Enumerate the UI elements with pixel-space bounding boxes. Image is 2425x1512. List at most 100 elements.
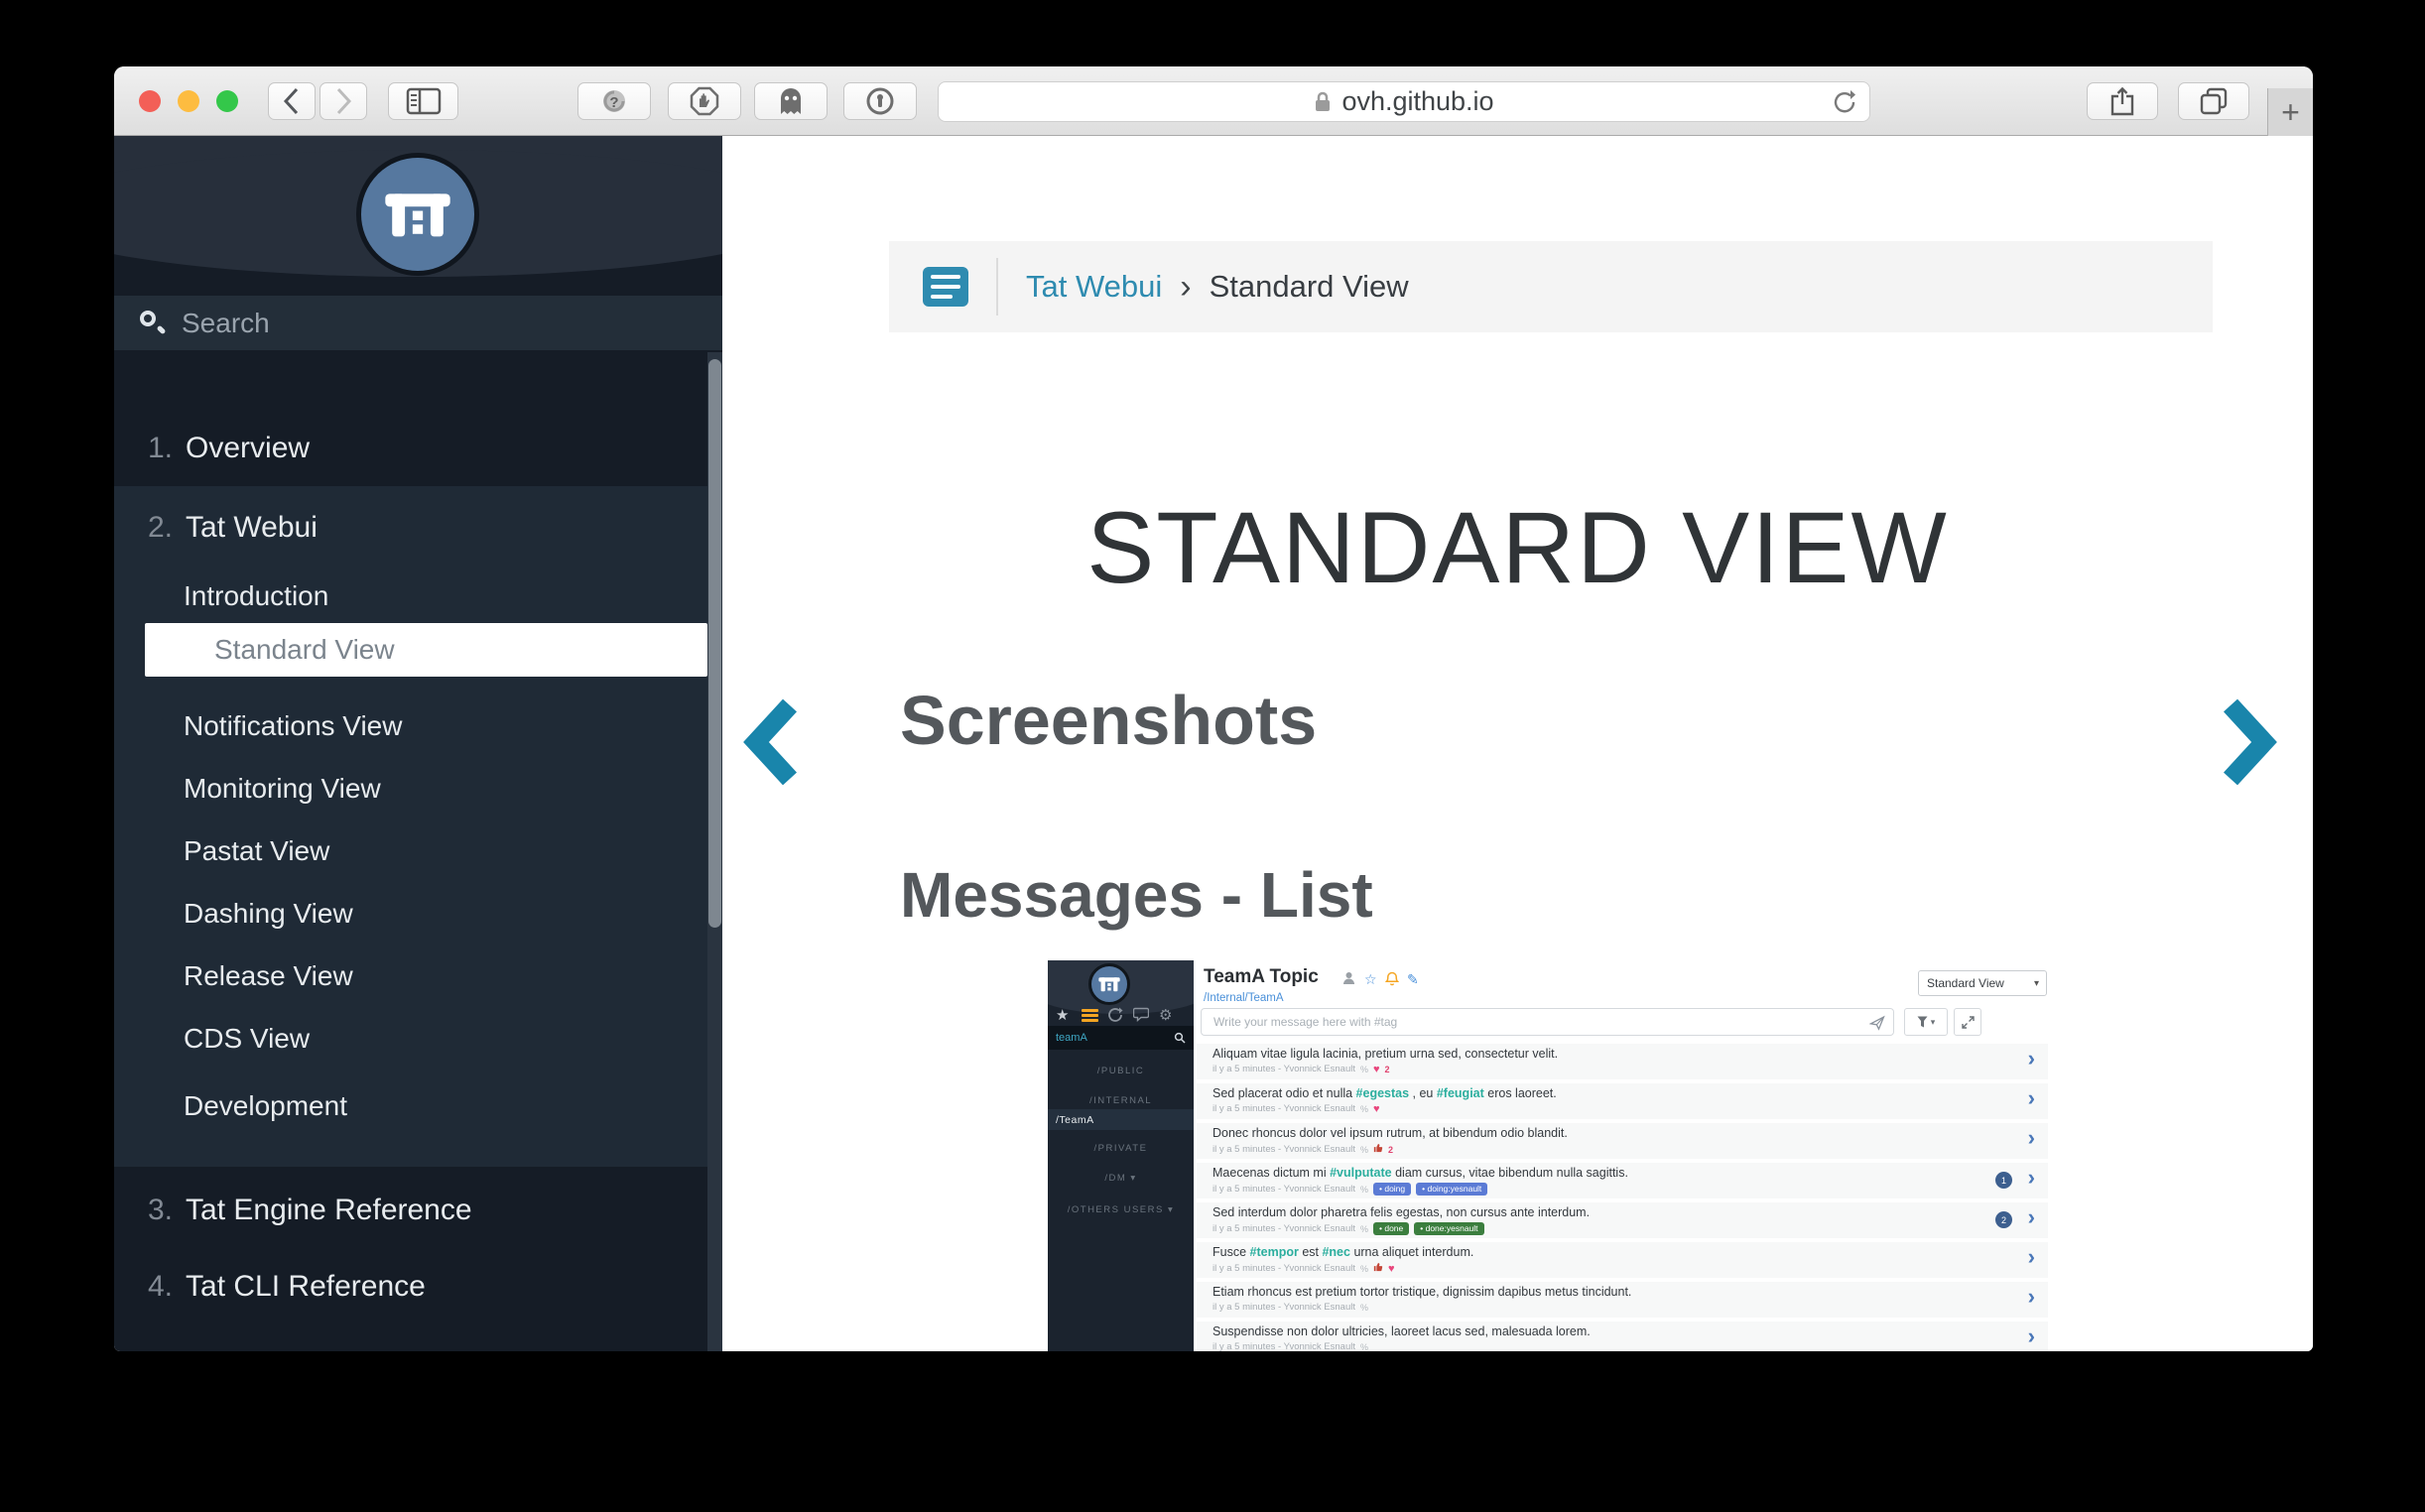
- message-row[interactable]: Sed placerat odio et nulla #egestas , eu…: [1197, 1083, 2048, 1119]
- sidebar-search[interactable]: Search: [114, 296, 722, 350]
- list-view-icon[interactable]: [1082, 1007, 1098, 1023]
- edit-pencil-icon[interactable]: ✎: [1407, 971, 1419, 988]
- extension-keyhole-button[interactable]: [843, 82, 917, 120]
- channel-item--teama[interactable]: /TeamA: [1048, 1109, 1194, 1130]
- sidebar-item-development[interactable]: Development: [114, 1078, 707, 1134]
- sidebar-item-tat-webui[interactable]: 2.Tat Webui: [114, 500, 707, 556]
- link-icon[interactable]: %: [1360, 1264, 1368, 1274]
- browser-window: ?: [114, 66, 2313, 1351]
- previous-page-arrow[interactable]: [743, 697, 801, 787]
- settings-icon[interactable]: ⚙: [1159, 1007, 1172, 1024]
- sidebar-scrollbar-thumb[interactable]: [708, 359, 721, 928]
- close-window-button[interactable]: [139, 90, 161, 112]
- tab-overview-button[interactable]: [2178, 82, 2249, 120]
- open-message-chevron[interactable]: ›: [2028, 1125, 2035, 1151]
- channel-item--others-users[interactable]: /OTHERS USERS ▾: [1048, 1204, 1194, 1215]
- sidebar-item-number: 4.: [148, 1270, 173, 1304]
- favorites-icon[interactable]: ★: [1056, 1007, 1069, 1024]
- sidebar-item-standard-view[interactable]: Standard View: [145, 623, 707, 677]
- sidebar-item-tat-cli-reference[interactable]: 4.Tat CLI Reference: [114, 1259, 707, 1315]
- reload-button[interactable]: [1832, 89, 1857, 120]
- channel-item--private[interactable]: /PRIVATE: [1048, 1143, 1194, 1154]
- breadcrumb-separator: ›: [1180, 268, 1191, 307]
- view-selector-dropdown[interactable]: Standard View ▾: [1918, 970, 2047, 996]
- link-icon[interactable]: %: [1360, 1145, 1368, 1155]
- star-outline-icon[interactable]: ☆: [1364, 971, 1377, 988]
- zoom-window-button[interactable]: [216, 90, 238, 112]
- minimize-window-button[interactable]: [178, 90, 199, 112]
- link-icon[interactable]: %: [1360, 1104, 1368, 1114]
- open-message-chevron[interactable]: ›: [2028, 1284, 2035, 1310]
- share-icon: [2109, 86, 2135, 116]
- sidebar-item-introduction[interactable]: Introduction: [114, 568, 707, 624]
- link-icon[interactable]: %: [1360, 1065, 1368, 1074]
- sidebar-item-monitoring-view[interactable]: Monitoring View: [114, 761, 707, 817]
- address-bar[interactable]: ovh.github.io: [938, 81, 1870, 122]
- open-message-chevron[interactable]: ›: [2028, 1204, 2035, 1230]
- link-icon[interactable]: %: [1360, 1224, 1368, 1234]
- channel-item--internal[interactable]: /INTERNAL: [1048, 1095, 1194, 1106]
- sidebar-item-overview[interactable]: 1.Overview: [114, 421, 707, 476]
- open-message-chevron[interactable]: ›: [2028, 1323, 2035, 1349]
- share-button[interactable]: [2087, 82, 2158, 120]
- extension-ghost-button[interactable]: [754, 82, 828, 120]
- message-row[interactable]: Suspendisse non dolor ultricies, laoreet…: [1197, 1322, 2048, 1351]
- message-row[interactable]: Maecenas dictum mi #vulputate diam cursu…: [1197, 1163, 2048, 1198]
- topic-path[interactable]: /Internal/TeamA: [1204, 992, 1284, 1004]
- open-message-chevron[interactable]: ›: [2028, 1165, 2035, 1191]
- send-icon[interactable]: [1869, 1015, 1885, 1034]
- message-row[interactable]: Sed interdum dolor pharetra felis egesta…: [1197, 1202, 2048, 1238]
- label-pill[interactable]: • done: [1373, 1222, 1409, 1235]
- user-icon[interactable]: [1342, 971, 1355, 988]
- sidebar-item-number: 3.: [148, 1194, 173, 1227]
- forward-button[interactable]: [319, 82, 367, 120]
- message-filter-button[interactable]: ▾: [1904, 1008, 1948, 1036]
- bell-icon[interactable]: [1385, 971, 1399, 989]
- doc-list-icon[interactable]: [923, 267, 968, 307]
- tab-overview-icon: [2199, 86, 2229, 116]
- extension-stop-button[interactable]: [668, 82, 741, 120]
- heart-icon[interactable]: ♥: [1373, 1104, 1380, 1114]
- message-row[interactable]: Etiam rhoncus est pretium tortor tristiq…: [1197, 1282, 2048, 1318]
- message-meta: il y a 5 minutes - Yvonnick Esnault%♥: [1212, 1262, 1395, 1275]
- open-message-chevron[interactable]: ›: [2028, 1046, 2035, 1071]
- label-pill[interactable]: • done:yesnault: [1414, 1222, 1483, 1235]
- breadcrumb-section-link[interactable]: Tat Webui: [1026, 269, 1162, 305]
- sidebar-item-dashing-view[interactable]: Dashing View: [114, 886, 707, 942]
- compose-message-input[interactable]: Write your message here with #tag: [1201, 1008, 1894, 1036]
- sidebar-item-cds-view[interactable]: CDS View: [114, 1011, 707, 1067]
- history-icon[interactable]: [1107, 1007, 1123, 1027]
- extension-help-button[interactable]: ?: [577, 82, 651, 120]
- messages-icon[interactable]: [1133, 1007, 1149, 1026]
- channel-item--public[interactable]: /PUBLIC: [1048, 1066, 1194, 1076]
- thumb-up-icon: [1373, 1262, 1383, 1272]
- message-row[interactable]: Aliquam vitae ligula lacinia, pretium ur…: [1197, 1044, 2048, 1079]
- heart-icon[interactable]: ♥: [1373, 1065, 1380, 1074]
- label-pill[interactable]: • doing:yesnault: [1416, 1183, 1487, 1196]
- message-row[interactable]: Fusce #tempor est #nec urna aliquet inte…: [1197, 1242, 2048, 1278]
- sidebar-toggle-button[interactable]: [388, 82, 458, 120]
- chevron-down-icon: ▾: [2034, 978, 2039, 989]
- heart-icon[interactable]: ♥: [1388, 1264, 1395, 1274]
- label-pill[interactable]: • doing: [1373, 1183, 1411, 1196]
- sidebar-item-pastat-view[interactable]: Pastat View: [114, 823, 707, 879]
- topic-filter-input[interactable]: teamA: [1048, 1026, 1194, 1050]
- message-row[interactable]: Donec rhoncus dolor vel ipsum rutrum, at…: [1197, 1123, 2048, 1159]
- back-button[interactable]: [268, 82, 316, 120]
- sidebar-item-notifications-view[interactable]: Notifications View: [114, 698, 707, 754]
- tat-logo[interactable]: [356, 153, 479, 276]
- next-page-arrow[interactable]: [2220, 697, 2277, 787]
- message-text: Maecenas dictum mi #vulputate diam cursu…: [1212, 1166, 1628, 1180]
- link-icon[interactable]: %: [1360, 1303, 1368, 1313]
- breadcrumb: Tat Webui › Standard View: [889, 241, 2213, 332]
- open-message-chevron[interactable]: ›: [2028, 1244, 2035, 1270]
- channel-item--dm[interactable]: /DM ▾: [1048, 1173, 1194, 1184]
- sidebar-item-label: Introduction: [184, 580, 328, 612]
- expand-button[interactable]: [1954, 1008, 1981, 1036]
- new-tab-button[interactable]: +: [2267, 88, 2313, 136]
- sidebar-item-tat-engine-reference[interactable]: 3.Tat Engine Reference: [114, 1183, 707, 1238]
- link-icon[interactable]: %: [1360, 1185, 1368, 1195]
- sidebar-item-release-view[interactable]: Release View: [114, 948, 707, 1004]
- link-icon[interactable]: %: [1360, 1342, 1368, 1352]
- open-message-chevron[interactable]: ›: [2028, 1085, 2035, 1111]
